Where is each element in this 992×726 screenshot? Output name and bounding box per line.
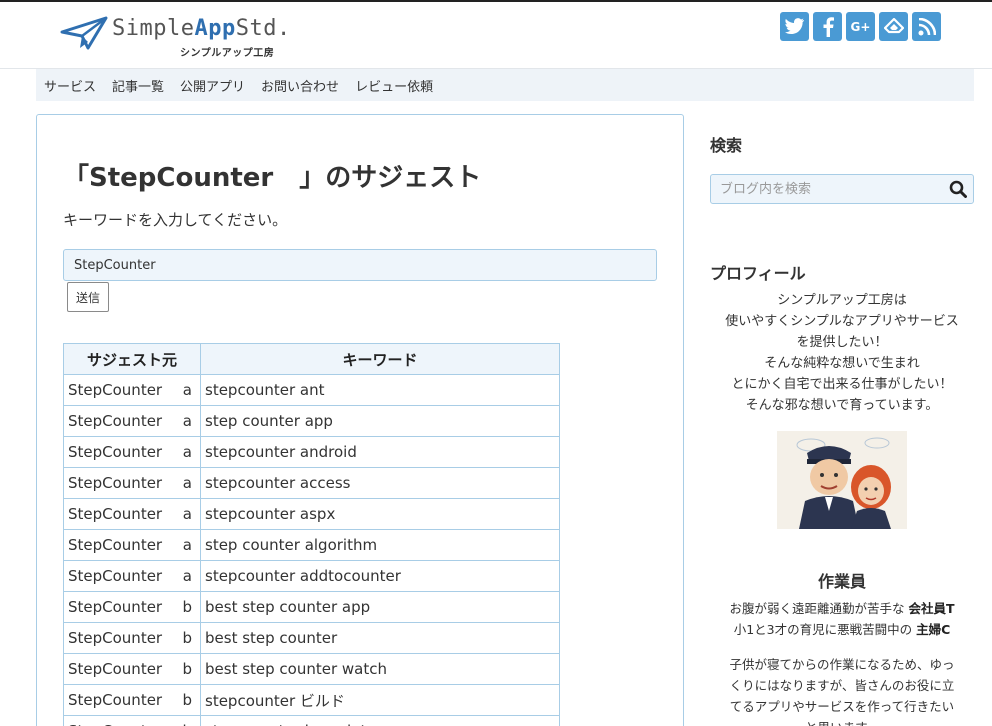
search-input[interactable] <box>711 175 941 203</box>
profile-line: を提供したい！ <box>796 335 888 350</box>
keyword-input[interactable] <box>63 249 657 281</box>
suggest-keyword-cell[interactable]: stepcounter android <box>200 436 560 468</box>
suggest-keyword-cell[interactable]: step counter bracelet <box>200 715 560 726</box>
suggest-source-cell: StepCounterb <box>63 653 201 685</box>
nav-item-apps[interactable]: 公開アプリ <box>180 76 245 95</box>
suggest-source-cell: StepCounterb <box>63 591 201 623</box>
table-row: StepCounter a step counter algorithm <box>63 529 560 561</box>
site-logo[interactable]: SimpleAppStd. シンプルアップ工房 <box>60 14 291 59</box>
page-title: 「StepCounter 」のサジェスト <box>63 163 482 193</box>
profile-line: そんな邪な想いで育っています。 <box>745 398 939 413</box>
suggest-source-cell: StepCounter a <box>63 436 201 468</box>
suggest-keyword-cell[interactable]: stepcounter ビルド <box>200 684 560 716</box>
table-row: StepCounter b best step counter app <box>63 591 560 623</box>
suggest-source-cell: StepCounter a <box>63 405 201 437</box>
worker-para-line: と思います。 <box>710 717 974 726</box>
table-row: StepCounter b stepcounter ビルド <box>63 684 560 716</box>
table-row: StepCounter a stepcounter ant <box>63 374 560 406</box>
suggest-source-cell: StepCounter a <box>63 498 201 530</box>
profile-text: シンプルアップ工房は 使いやすくシンプルなアプリやサービス を提供したい！ そん… <box>710 290 974 416</box>
suggest-source-cell: StepCounterb <box>63 622 201 654</box>
instruction-text: キーワードを入力してください。 <box>63 211 288 229</box>
worker-line-c: 小1と3才の育児に悪戦苦闘中の 主婦C <box>733 622 951 637</box>
profile-line: 使いやすくシンプルなアプリやサービス <box>725 314 959 329</box>
search-form <box>710 174 974 204</box>
suggest-table: サジェスト元 キーワード StepCounter a stepcounter ant… <box>63 343 560 726</box>
search-heading: 検索 <box>710 136 743 155</box>
profile-line: とにかく自宅で出来る仕事がしたい！ <box>731 377 953 392</box>
suggest-keyword-cell[interactable]: stepcounter addtocounter <box>200 560 560 592</box>
table-row: StepCounter a stepcounter access <box>63 467 560 499</box>
suggest-source-cell: StepCounter a <box>63 374 201 406</box>
feedly-icon[interactable] <box>879 12 908 41</box>
nav-item-contact[interactable]: お問い合わせ <box>261 76 339 95</box>
logo-subtitle: シンプルアップ工房 <box>180 48 275 59</box>
submit-button[interactable]: 送信 <box>67 282 109 312</box>
twitter-icon[interactable] <box>780 12 809 41</box>
worker-intro: お腹が弱く遠距離通勤が苦手な 会社員T 小1と3才の育児に悪戦苦闘中の 主婦C <box>710 598 974 640</box>
worker-para-line: 子供が寝てからの作業になるため、ゆっ <box>729 657 955 672</box>
column-header-keyword: キーワード <box>200 343 560 375</box>
suggest-keyword-cell[interactable]: step counter algorithm <box>200 529 560 561</box>
profile-line: そんな純粋な想いで生まれ <box>764 356 920 371</box>
nav-item-review-request[interactable]: レビュー依頼 <box>355 76 433 95</box>
site-header: SimpleAppStd. シンプルアップ工房 G+ <box>0 2 992 68</box>
worker-para-line: くりにはなりますが、皆さんのお役に立 <box>729 678 955 693</box>
logo-text: SimpleAppStd. <box>112 16 291 41</box>
profile-illustration <box>777 431 907 529</box>
google-plus-icon[interactable]: G+ <box>846 12 875 41</box>
worker-line-t: お腹が弱く遠距離通勤が苦手な 会社員T <box>729 601 955 616</box>
suggest-keyword-cell[interactable]: step counter app <box>200 405 560 437</box>
worker-heading: 作業員 <box>817 572 866 591</box>
profile-heading: プロフィール <box>710 264 806 283</box>
suggest-keyword-cell[interactable]: best step counter watch <box>200 653 560 685</box>
table-row: StepCounterbstep counter bracelet <box>63 715 560 726</box>
suggest-keyword-cell[interactable]: stepcounter access <box>200 467 560 499</box>
suggest-source-cell: StepCounterb <box>63 684 201 716</box>
profile-line: シンプルアップ工房は <box>777 293 907 308</box>
suggest-keyword-cell[interactable]: best step counter <box>200 622 560 654</box>
table-row: StepCounter a step counter app <box>63 405 560 437</box>
column-header-source: サジェスト元 <box>63 343 201 375</box>
table-header-row: サジェスト元 キーワード <box>63 343 560 375</box>
main-content-card: 「StepCounter 」のサジェスト キーワードを入力してください。 送信 … <box>36 114 684 726</box>
table-row: StepCounter a stepcounter addtocounter <box>63 560 560 592</box>
paper-plane-icon <box>60 16 108 50</box>
rss-icon[interactable] <box>912 12 941 41</box>
worker-description: 子供が寝てからの作業になるため、ゆっ くりにはなりますが、皆さんのお役に立 てる… <box>710 654 974 726</box>
global-nav: サービス 記事一覧 公開アプリ お問い合わせ レビュー依頼 <box>36 69 974 101</box>
suggest-keyword-cell[interactable]: best step counter app <box>200 591 560 623</box>
table-row: StepCounter b best step counter <box>63 622 560 654</box>
social-links: G+ <box>780 12 941 41</box>
table-row: StepCounter b best step counter watch <box>63 653 560 685</box>
nav-item-services[interactable]: サービス <box>44 76 96 95</box>
suggest-source-cell: StepCounter a <box>63 529 201 561</box>
search-icon[interactable] <box>949 180 967 198</box>
suggest-keyword-cell[interactable]: stepcounter aspx <box>200 498 560 530</box>
table-row: StepCounter a stepcounter aspx <box>63 498 560 530</box>
suggest-source-cell: StepCounter a <box>63 560 201 592</box>
suggest-source-cell: StepCounter a <box>63 467 201 499</box>
suggest-keyword-cell[interactable]: stepcounter ant <box>200 374 560 406</box>
table-row: StepCounter a stepcounter android <box>63 436 560 468</box>
suggest-source-cell: StepCounterb <box>63 715 201 726</box>
facebook-icon[interactable] <box>813 12 842 41</box>
worker-para-line: てるアプリやサービスを作って行きたい <box>729 699 955 714</box>
suggest-table-body: StepCounter a stepcounter ant StepCounter a s… <box>63 374 560 726</box>
nav-item-articles[interactable]: 記事一覧 <box>112 76 164 95</box>
